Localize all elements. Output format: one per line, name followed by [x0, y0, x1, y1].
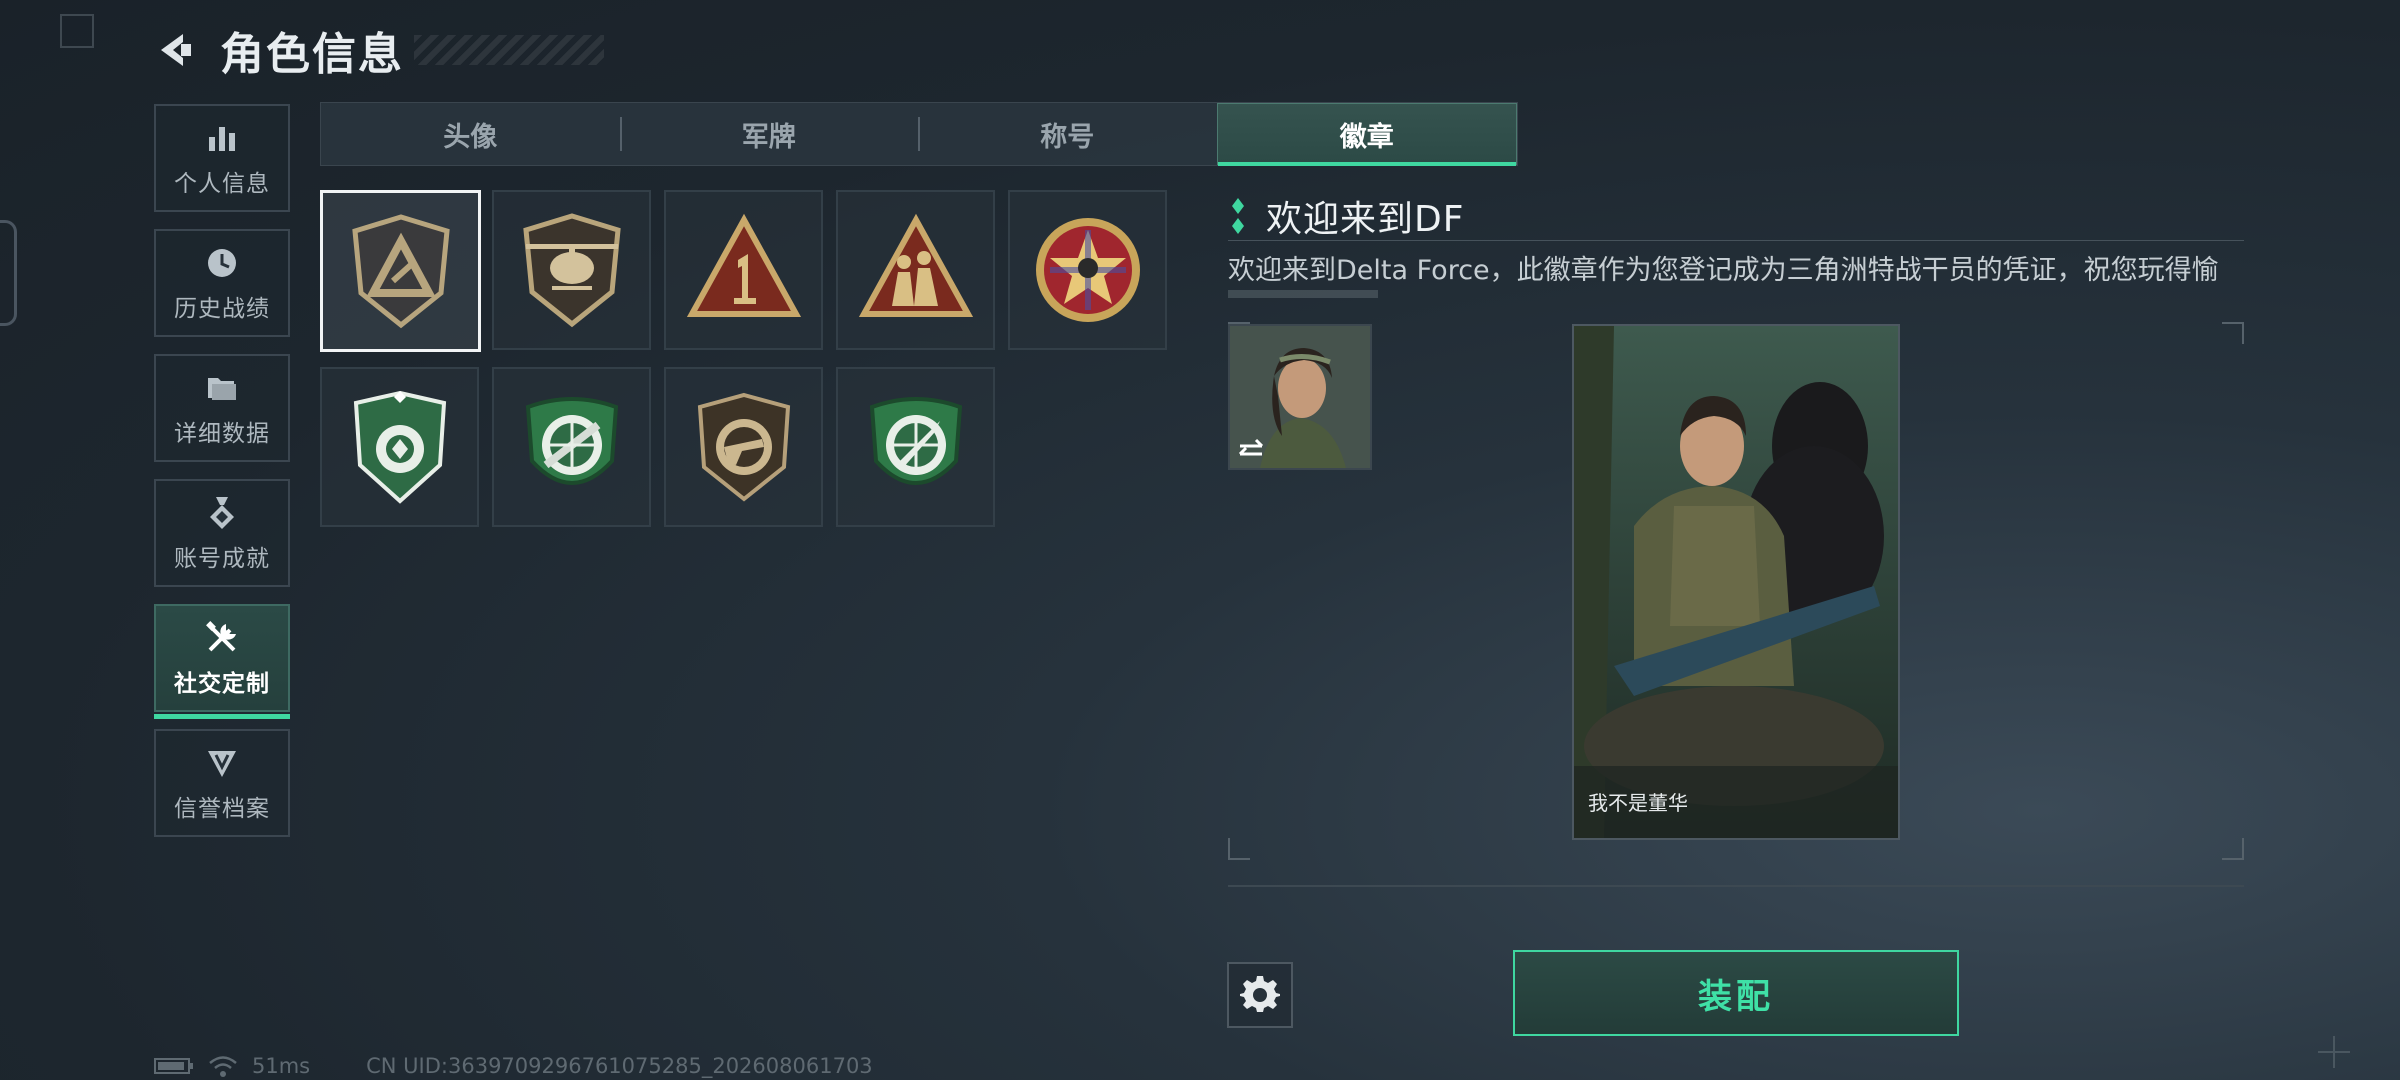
tab-title[interactable]: 称号	[918, 103, 1217, 165]
badge-item[interactable]	[1008, 190, 1167, 350]
equip-button-label: 装配	[1698, 976, 1774, 1017]
pistol-crosshair-brown-badge-icon	[697, 392, 790, 502]
character-name: 我不是董华	[1588, 791, 1688, 815]
ping-value: 51ms	[252, 1054, 311, 1078]
sidebar-item-personal-info[interactable]: 个人信息	[154, 104, 290, 212]
delta-shield-badge-icon	[351, 214, 450, 329]
user-uid: CN UID:3639709296761075285_202608061703	[366, 1054, 873, 1078]
badge-item[interactable]	[492, 367, 651, 527]
description-fade	[1228, 290, 1378, 298]
green-shield-badge-icon	[353, 390, 446, 504]
crosshair-icon	[2318, 1036, 2350, 1068]
sidebar-item-label: 个人信息	[174, 171, 270, 197]
badge-item[interactable]	[320, 190, 481, 352]
back-arrow-icon[interactable]	[150, 25, 200, 75]
left-edge-handle[interactable]	[0, 220, 17, 326]
wifi-icon	[209, 1056, 237, 1077]
badge-title-row: 欢迎来到DF	[1228, 190, 1464, 242]
sidebar-item-details[interactable]: 详细数据	[154, 354, 290, 462]
badge-item[interactable]	[664, 190, 823, 350]
sidebar-item-label: 历史战绩	[174, 296, 270, 322]
badge-item[interactable]	[836, 367, 995, 527]
helicopter-badge-icon	[522, 213, 621, 328]
sidebar-item-history[interactable]: 历史战绩	[154, 229, 290, 337]
star-round-badge-icon	[1035, 218, 1140, 322]
sidebar: 个人信息 历史战绩 详细数据 账号成就 社交定制 信誉档案	[154, 104, 290, 854]
sidebar-item-label: 详细数据	[174, 421, 270, 447]
reputation-icon	[202, 743, 242, 783]
achievement-icon	[202, 493, 242, 533]
tab-avatar[interactable]: 头像	[321, 103, 620, 165]
sidebar-item-reputation[interactable]: 信誉档案	[154, 729, 290, 837]
badge-description: 欢迎来到Delta Force，此徽章作为您登记成为三角洲特战干员的凭证，祝您玩…	[1228, 255, 2219, 286]
sidebar-item-social[interactable]: 社交定制	[154, 604, 290, 719]
badge-item[interactable]	[664, 367, 823, 527]
sidebar-item-achievements[interactable]: 账号成就	[154, 479, 290, 587]
status-bar: 51ms CN UID:3639709296761075285_20260806…	[154, 1052, 873, 1080]
badge-grid	[320, 190, 1180, 527]
title-decoration	[414, 35, 604, 65]
number-one-triangle-badge-icon	[686, 213, 801, 317]
folder-icon	[202, 368, 242, 408]
badge-item[interactable]	[836, 190, 995, 350]
bottom-divider	[1228, 885, 2244, 887]
gear-icon	[1240, 976, 1280, 1012]
sidebar-item-label: 社交定制	[174, 671, 270, 697]
bar-chart-icon	[202, 118, 242, 158]
tab-badge[interactable]: 徽章	[1216, 103, 1517, 166]
header: 角色信息	[150, 20, 604, 80]
page-title: 角色信息	[220, 29, 404, 80]
battery-icon	[154, 1058, 193, 1074]
avatar[interactable]	[1228, 324, 1372, 470]
diamond-marker-icon	[1232, 198, 1244, 234]
badge-item[interactable]	[320, 367, 479, 527]
badge-item[interactable]	[492, 190, 651, 350]
sidebar-item-label: 信誉档案	[174, 796, 270, 822]
title-divider	[1228, 240, 2244, 241]
history-clock-icon	[202, 243, 242, 283]
sidebar-item-label: 账号成就	[174, 546, 270, 572]
knife-crosshair-green-badge-icon	[869, 397, 962, 485]
character-preview-card: 我不是董华	[1572, 324, 1900, 840]
settings-button[interactable]	[1227, 962, 1293, 1028]
tab-bar: 头像 军牌 称号 徽章	[320, 102, 1518, 166]
tab-dog-tag[interactable]: 军牌	[619, 103, 919, 165]
tools-icon	[202, 618, 242, 658]
badge-title: 欢迎来到DF	[1266, 199, 1465, 240]
corner-box	[60, 14, 94, 48]
soldiers-triangle-badge-icon	[858, 213, 973, 317]
rifle-crosshair-green-badge-icon	[525, 397, 618, 485]
equip-button[interactable]: 装配	[1513, 950, 1959, 1036]
